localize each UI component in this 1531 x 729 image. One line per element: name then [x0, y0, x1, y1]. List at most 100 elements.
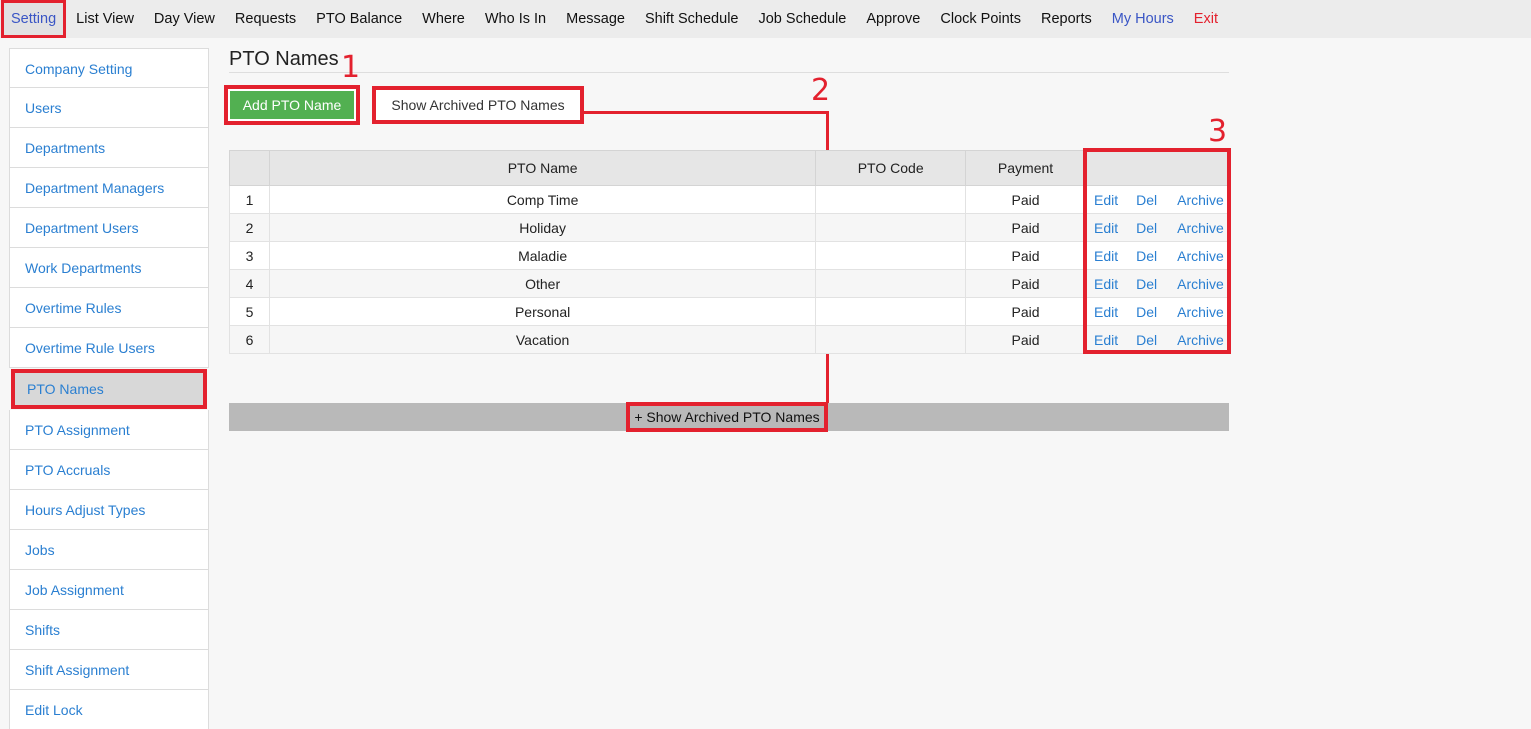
table-row: 5 Personal Paid Edit Del Archive [229, 297, 1230, 326]
edit-link[interactable]: Edit [1094, 248, 1118, 264]
delete-link[interactable]: Del [1136, 332, 1157, 348]
delete-link[interactable]: Del [1136, 248, 1157, 264]
show-archived-pto-names-button[interactable]: Show Archived PTO Names [372, 86, 584, 124]
show-archived-toggle[interactable]: + Show Archived PTO Names [626, 402, 828, 432]
pto-code-cell [815, 213, 967, 242]
nav-job-schedule[interactable]: Job Schedule [748, 0, 856, 38]
sidebar-item-departments[interactable]: Departments [9, 128, 209, 168]
table-row: 2 Holiday Paid Edit Del Archive [229, 213, 1230, 242]
row-number: 3 [229, 241, 270, 270]
nav-message[interactable]: Message [556, 0, 635, 38]
pto-name-cell: Comp Time [268, 185, 817, 214]
annotation-2: 2 [811, 73, 831, 108]
top-navigation: Setting List View Day View Requests PTO … [0, 0, 1531, 38]
sidebar-item-pto-accruals[interactable]: PTO Accruals [9, 450, 209, 490]
row-number: 5 [229, 297, 270, 326]
row-number: 4 [229, 269, 270, 298]
sidebar-item-work-departments[interactable]: Work Departments [9, 248, 209, 288]
nav-who-is-in[interactable]: Who Is In [475, 0, 556, 38]
actions-cell: Edit Del Archive [1084, 185, 1230, 214]
table-row: 3 Maladie Paid Edit Del Archive [229, 241, 1230, 270]
payment-cell: Paid [965, 297, 1086, 326]
pto-name-cell: Other [268, 269, 817, 298]
archive-link[interactable]: Archive [1177, 192, 1224, 208]
sidebar-item-shift-assignment[interactable]: Shift Assignment [9, 650, 209, 690]
actions-cell: Edit Del Archive [1084, 241, 1230, 270]
pto-name-cell: Personal [268, 297, 817, 326]
actions-cell: Edit Del Archive [1084, 269, 1230, 298]
sidebar-item-department-users[interactable]: Department Users [9, 208, 209, 248]
actions-cell: Edit Del Archive [1084, 213, 1230, 242]
table-row: 1 Comp Time Paid Edit Del Archive [229, 185, 1230, 214]
archive-link[interactable]: Archive [1177, 304, 1224, 320]
annotation-1: 1 [341, 50, 361, 85]
sidebar-item-overtime-rules[interactable]: Overtime Rules [9, 288, 209, 328]
column-header-index [229, 150, 270, 186]
archive-link[interactable]: Archive [1177, 220, 1224, 236]
nav-day-view[interactable]: Day View [144, 0, 225, 38]
sidebar-item-job-assignment[interactable]: Job Assignment [9, 570, 209, 610]
sidebar-item-shifts[interactable]: Shifts [9, 610, 209, 650]
delete-link[interactable]: Del [1136, 192, 1157, 208]
pto-code-cell [815, 269, 967, 298]
column-header-payment: Payment [965, 150, 1086, 186]
sidebar-item-edit-lock[interactable]: Edit Lock [9, 690, 209, 729]
actions-cell: Edit Del Archive [1084, 325, 1230, 354]
delete-link[interactable]: Del [1136, 276, 1157, 292]
pto-names-table: PTO Name PTO Code Payment 1 Comp Time Pa… [229, 150, 1230, 354]
nav-clock-points[interactable]: Clock Points [930, 0, 1031, 38]
edit-link[interactable]: Edit [1094, 276, 1118, 292]
payment-cell: Paid [965, 213, 1086, 242]
row-number: 2 [229, 213, 270, 242]
payment-cell: Paid [965, 325, 1086, 354]
payment-cell: Paid [965, 269, 1086, 298]
nav-exit[interactable]: Exit [1184, 0, 1228, 38]
table-header-row: PTO Name PTO Code Payment [229, 150, 1230, 186]
column-header-pto-code: PTO Code [815, 150, 967, 186]
pto-code-cell [815, 185, 967, 214]
archive-link[interactable]: Archive [1177, 248, 1224, 264]
pto-code-cell [815, 297, 967, 326]
archive-link[interactable]: Archive [1177, 276, 1224, 292]
nav-setting[interactable]: Setting [1, 0, 67, 38]
sidebar-item-jobs[interactable]: Jobs [9, 530, 209, 570]
nav-pto-balance[interactable]: PTO Balance [306, 0, 412, 38]
delete-link[interactable]: Del [1136, 304, 1157, 320]
sidebar-item-department-managers[interactable]: Department Managers [9, 168, 209, 208]
nav-approve[interactable]: Approve [856, 0, 930, 38]
edit-link[interactable]: Edit [1094, 332, 1118, 348]
column-header-actions [1084, 150, 1230, 186]
add-pto-name-button[interactable]: Add PTO Name [230, 91, 354, 119]
annotation-3: 3 [1208, 114, 1228, 149]
title-divider [229, 72, 1229, 73]
delete-link[interactable]: Del [1136, 220, 1157, 236]
nav-where[interactable]: Where [412, 0, 475, 38]
sidebar-item-overtime-rule-users[interactable]: Overtime Rule Users [9, 328, 209, 368]
edit-link[interactable]: Edit [1094, 220, 1118, 236]
table-row: 4 Other Paid Edit Del Archive [229, 269, 1230, 298]
nav-requests[interactable]: Requests [225, 0, 306, 38]
column-header-pto-name: PTO Name [268, 150, 817, 186]
edit-link[interactable]: Edit [1094, 304, 1118, 320]
annotation-connector-horizontal [582, 111, 829, 114]
sidebar-item-company-setting[interactable]: Company Setting [9, 48, 209, 88]
pto-code-cell [815, 241, 967, 270]
payment-cell: Paid [965, 185, 1086, 214]
archive-link[interactable]: Archive [1177, 332, 1224, 348]
row-number: 6 [229, 325, 270, 354]
pto-name-cell: Holiday [268, 213, 817, 242]
sidebar-item-hours-adjust-types[interactable]: Hours Adjust Types [9, 490, 209, 530]
pto-name-cell: Maladie [268, 241, 817, 270]
row-number: 1 [229, 185, 270, 214]
nav-shift-schedule[interactable]: Shift Schedule [635, 0, 749, 38]
sidebar-item-users[interactable]: Users [9, 88, 209, 128]
nav-list-view[interactable]: List View [66, 0, 144, 38]
sidebar-item-pto-names[interactable]: PTO Names [11, 369, 207, 409]
edit-link[interactable]: Edit [1094, 192, 1118, 208]
actions-cell: Edit Del Archive [1084, 297, 1230, 326]
nav-my-hours[interactable]: My Hours [1102, 0, 1184, 38]
table-row: 6 Vacation Paid Edit Del Archive [229, 325, 1230, 354]
page-title: PTO Names [229, 48, 339, 70]
nav-reports[interactable]: Reports [1031, 0, 1102, 38]
sidebar-item-pto-assignment[interactable]: PTO Assignment [9, 410, 209, 450]
